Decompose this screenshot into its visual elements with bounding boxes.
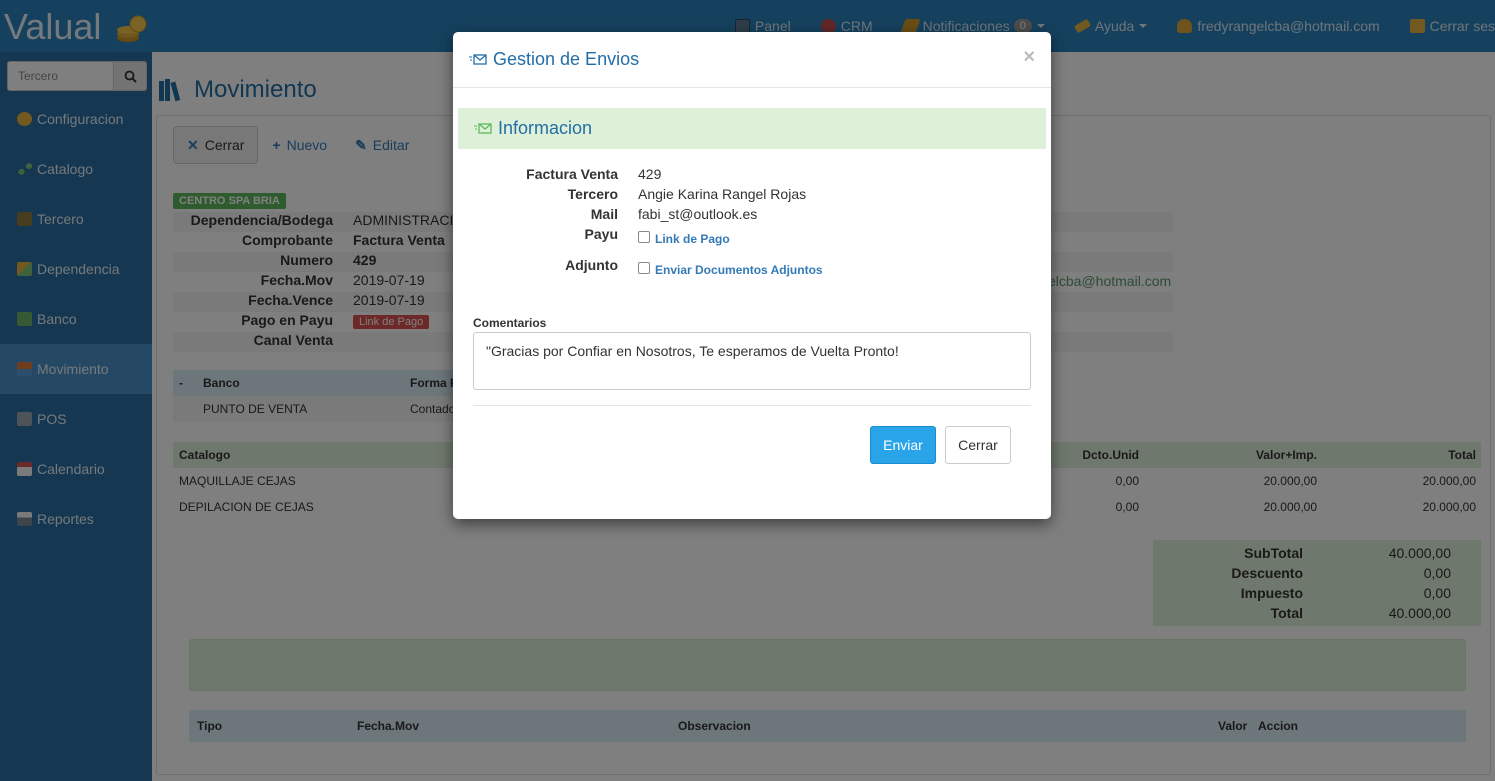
- attachment-option-label[interactable]: Enviar Documentos Adjuntos: [655, 263, 823, 277]
- modal-header: Gestion de Envios ×: [453, 32, 1051, 88]
- modal-title: Gestion de Envios: [469, 49, 639, 70]
- modal-close-icon[interactable]: ×: [1023, 46, 1035, 69]
- invoice-label: Factura Venta: [526, 166, 618, 182]
- payu-label: Payu: [584, 226, 618, 242]
- comments-textarea[interactable]: "Gracias por Confiar en Nosotros, Te esp…: [473, 332, 1031, 390]
- send-button[interactable]: Enviar: [870, 426, 936, 464]
- invoice-row: Factura Venta 429: [453, 166, 1051, 182]
- cancel-button[interactable]: Cerrar: [945, 426, 1011, 464]
- comments-label: Comentarios: [473, 316, 547, 330]
- invoice-value: 429: [638, 166, 662, 182]
- mail-row: Mail fabi_st@outlook.es: [453, 206, 1051, 222]
- payu-row: Payu Link de Pago: [453, 226, 1051, 246]
- third-party-label: Tercero: [567, 186, 618, 202]
- third-party-row: Tercero Angie Karina Rangel Rojas: [453, 186, 1051, 202]
- divider: [473, 405, 1031, 406]
- payu-checkbox[interactable]: [638, 231, 650, 243]
- mail-icon: [469, 53, 487, 65]
- section-title: Informacion: [498, 118, 593, 138]
- mail-value: fabi_st@outlook.es: [638, 206, 758, 222]
- shipping-modal: Gestion de Envios × Informacion Factura …: [453, 32, 1051, 519]
- modal-title-text: Gestion de Envios: [493, 49, 640, 69]
- attachment-label: Adjunto: [565, 257, 618, 273]
- payu-option-label[interactable]: Link de Pago: [655, 232, 730, 246]
- mail-icon: [474, 122, 492, 134]
- mail-label: Mail: [590, 206, 618, 222]
- attachment-checkbox[interactable]: [638, 262, 650, 274]
- third-party-value: Angie Karina Rangel Rojas: [638, 186, 807, 202]
- section-header: Informacion: [458, 108, 1046, 149]
- attachment-row: Adjunto Enviar Documentos Adjuntos: [453, 257, 1051, 277]
